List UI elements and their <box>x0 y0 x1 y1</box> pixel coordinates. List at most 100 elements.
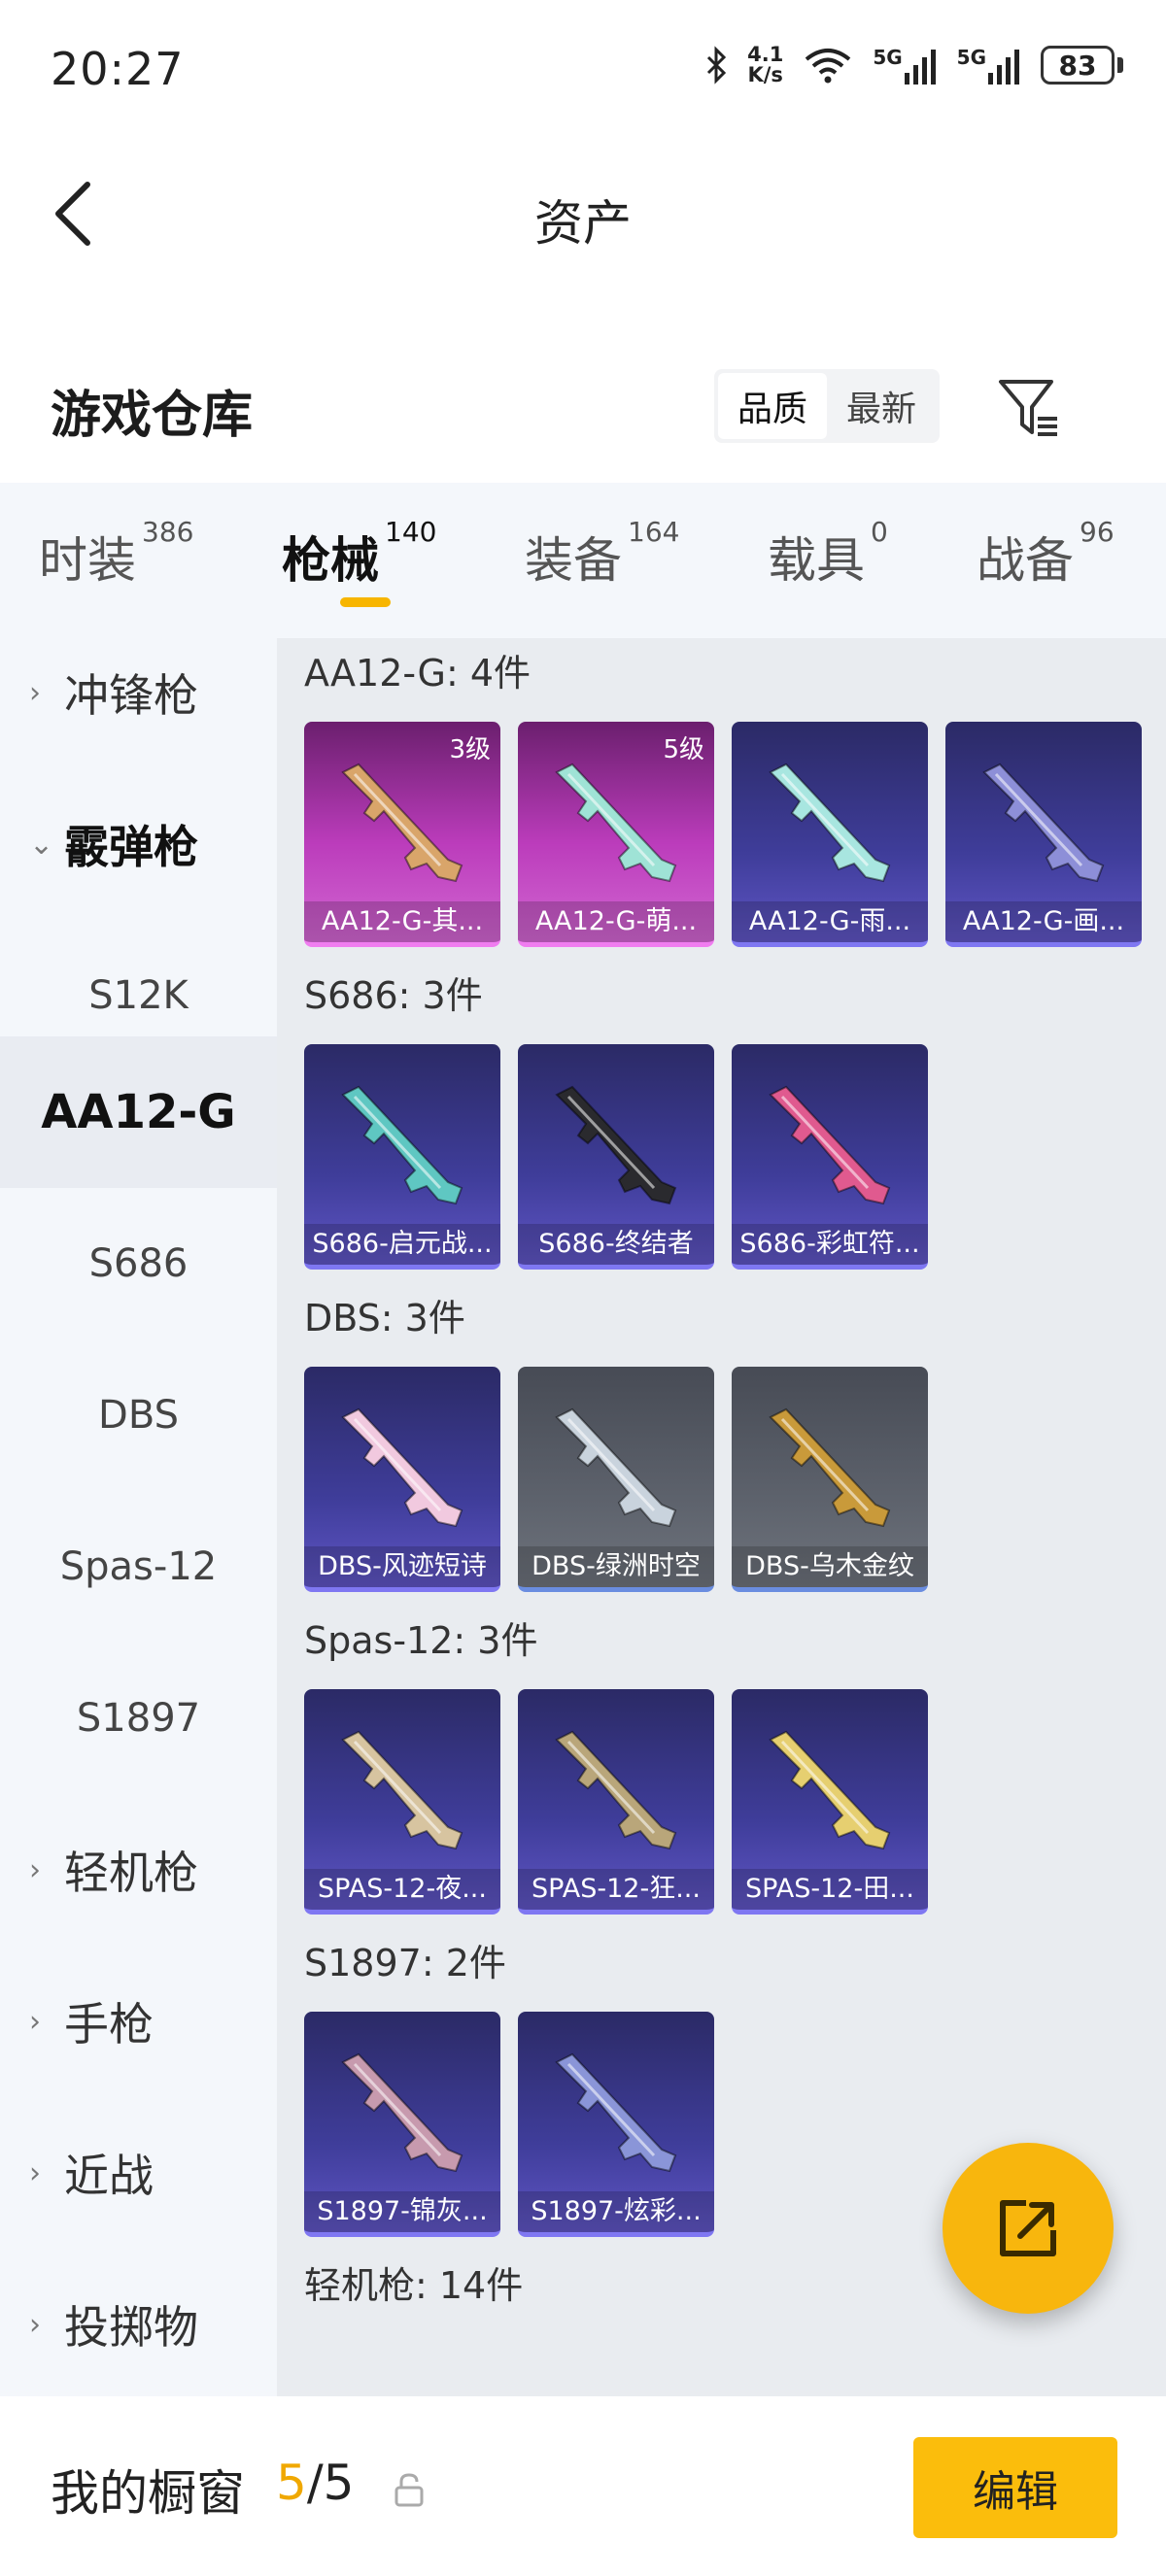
share-button[interactable] <box>943 2143 1114 2314</box>
card-row: SPAS-12-夜... SPAS-12-狂... SPAS-12-田... <box>304 1689 928 1915</box>
tab-fashion[interactable]: 时装386 <box>39 516 193 592</box>
app-header: 资产 <box>0 146 1166 282</box>
sidebar-item-s686[interactable]: S686 <box>0 1188 277 1339</box>
weapon-skin-card[interactable]: SPAS-12-田... <box>732 1689 928 1915</box>
battery-indicator: 83 <box>1041 46 1123 85</box>
showcase-label: 我的橱窗 <box>51 2465 245 2522</box>
tab-firearms[interactable]: 枪械140 <box>282 516 436 592</box>
weapon-image-icon <box>555 1407 677 1528</box>
weapon-image-icon <box>555 1730 677 1850</box>
weapon-image-icon <box>341 2052 463 2173</box>
weapon-image-icon <box>982 763 1105 883</box>
weapon-skin-card[interactable]: S686-终结者 <box>518 1044 714 1270</box>
item-name: S1897-锦灰... <box>304 2191 500 2232</box>
item-name: AA12-G-画... <box>945 901 1142 942</box>
sort-toggle: 品质 最新 <box>714 369 940 443</box>
signal-bars-icon <box>988 50 1019 85</box>
weapon-skin-card[interactable]: AA12-G-雨... <box>732 722 928 947</box>
net-speed: 4.1 K/s <box>747 43 784 86</box>
chevron-right-icon: › <box>29 2004 41 2039</box>
card-row: S1897-锦灰... S1897-炫彩... <box>304 2012 714 2237</box>
tab-vehicles[interactable]: 载具0 <box>768 516 888 592</box>
signal-1: 5G <box>873 46 937 85</box>
active-tab-underline <box>340 597 391 607</box>
item-name: DBS-风迹短诗 <box>304 1546 500 1587</box>
item-name: AA12-G-其... <box>304 901 500 942</box>
sidebar-item-s1897[interactable]: S1897 <box>0 1643 277 1794</box>
sort-newest[interactable]: 最新 <box>827 373 936 439</box>
weapon-skin-card[interactable]: DBS-风迹短诗 <box>304 1367 500 1592</box>
tab-supplies[interactable]: 战备96 <box>977 516 1115 592</box>
item-name: SPAS-12-夜... <box>304 1869 500 1910</box>
weapon-skin-card[interactable]: 3级 AA12-G-其... <box>304 722 500 947</box>
sidebar-item-melee[interactable]: › 近战 <box>0 2097 277 2249</box>
weapon-skin-card[interactable]: S686-彩虹符... <box>732 1044 928 1270</box>
weapon-image-icon <box>341 763 463 883</box>
section-title: Spas-12: 3件 <box>304 1619 538 1662</box>
chevron-right-icon: › <box>29 1852 41 1887</box>
item-name: S686-终结者 <box>518 1224 714 1265</box>
weapon-skin-card[interactable]: SPAS-12-夜... <box>304 1689 500 1915</box>
weapon-grid: AA12-G: 4件 3级 AA12-G-其... 5级 AA12-G-萌... AA12… <box>277 638 1166 2396</box>
item-name: DBS-乌木金纹 <box>732 1546 928 1587</box>
chevron-right-icon: › <box>29 2155 41 2190</box>
page-title: 资产 <box>534 195 632 252</box>
weapon-image-icon <box>555 763 677 883</box>
signal-2: 5G <box>957 46 1021 85</box>
weapon-section: AA12-G: 4件 3级 AA12-G-其... 5级 AA12-G-萌... AA12… <box>304 646 1142 947</box>
sidebar-item-smg[interactable]: › 冲锋枪 <box>0 638 277 768</box>
category-tabs: 时装386 枪械140 装备164 载具0 战备96 <box>0 483 1166 638</box>
chevron-down-icon: ⌄ <box>29 827 54 862</box>
item-name: S1897-炫彩... <box>518 2191 714 2232</box>
weapon-image-icon <box>341 1085 463 1205</box>
weapon-skin-card[interactable]: AA12-G-画... <box>945 722 1142 947</box>
chevron-right-icon: › <box>29 2307 41 2342</box>
showcase-count: 5/5 <box>276 2455 355 2511</box>
weapon-skin-card[interactable]: S686-启元战... <box>304 1044 500 1270</box>
item-name: DBS-绿洲时空 <box>518 1546 714 1587</box>
wifi-icon <box>806 49 851 84</box>
weapon-category-sidebar: › 冲锋枪 ⌄ 霰弹枪 S12K AA12-G S686 DBS Spas-12 S… <box>0 638 277 2396</box>
weapon-image-icon <box>769 763 891 883</box>
sort-quality[interactable]: 品质 <box>718 373 827 439</box>
tab-equipment[interactable]: 装备164 <box>525 516 679 592</box>
section-title: DBS: 3件 <box>304 1297 465 1339</box>
item-name: SPAS-12-田... <box>732 1869 928 1910</box>
weapon-image-icon <box>341 1730 463 1850</box>
weapon-skin-card[interactable]: SPAS-12-狂... <box>518 1689 714 1915</box>
item-name: AA12-G-萌... <box>518 901 714 942</box>
weapon-image-icon <box>555 1085 677 1205</box>
lock-icon <box>394 2473 424 2507</box>
weapon-skin-card[interactable]: 5级 AA12-G-萌... <box>518 722 714 947</box>
section-title: S1897: 2件 <box>304 1942 506 1984</box>
card-row: S686-启元战... S686-终结者 S686-彩虹符... <box>304 1044 928 1270</box>
sidebar-item-aa12g[interactable]: AA12-G <box>0 1036 277 1188</box>
weapon-skin-card[interactable]: DBS-乌木金纹 <box>732 1367 928 1592</box>
share-external-icon <box>1000 2200 1056 2256</box>
weapon-skin-card[interactable]: DBS-绿洲时空 <box>518 1367 714 1592</box>
status-icons: 4.1 K/s 5G 5G 83 <box>704 45 1123 85</box>
card-row: DBS-风迹短诗 DBS-绿洲时空 DBS-乌木金纹 <box>304 1367 928 1592</box>
weapon-skin-card[interactable]: S1897-锦灰... <box>304 2012 500 2237</box>
sidebar-item-pistol[interactable]: › 手枪 <box>0 1946 277 2097</box>
sidebar-item-dbs[interactable]: DBS <box>0 1339 277 1491</box>
weapon-section: DBS: 3件 DBS-风迹短诗 DBS-绿洲时空 DBS-乌木金纹 <box>304 1291 928 1592</box>
battery-level: 83 <box>1041 46 1115 85</box>
chevron-right-icon: › <box>29 675 41 710</box>
sidebar-item-spas12[interactable]: Spas-12 <box>0 1491 277 1643</box>
item-level-badge: 5级 <box>663 735 704 764</box>
weapon-skin-card[interactable]: S1897-炫彩... <box>518 2012 714 2237</box>
edit-button[interactable]: 编辑 <box>913 2437 1117 2538</box>
item-level-badge: 3级 <box>449 735 491 764</box>
sidebar-item-shotgun[interactable]: ⌄ 霰弹枪 <box>0 768 277 920</box>
sidebar-item-lmg[interactable]: › 轻机枪 <box>0 1794 277 1946</box>
weapon-section: S686: 3件 S686-启元战... S686-终结者 S686-彩虹符... <box>304 968 928 1270</box>
warehouse-title: 游戏仓库 <box>51 387 254 445</box>
weapon-image-icon <box>769 1407 891 1528</box>
item-name: S686-彩虹符... <box>732 1224 928 1265</box>
card-row: 3级 AA12-G-其... 5级 AA12-G-萌... AA12-G-雨... AA1… <box>304 722 1142 947</box>
sidebar-item-throwables[interactable]: › 投掷物 <box>0 2249 277 2396</box>
filter-icon[interactable] <box>995 372 1063 442</box>
section-title: S686: 3件 <box>304 974 483 1017</box>
status-bar: 20:27 4.1 K/s 5G 5G 83 <box>0 0 1166 146</box>
